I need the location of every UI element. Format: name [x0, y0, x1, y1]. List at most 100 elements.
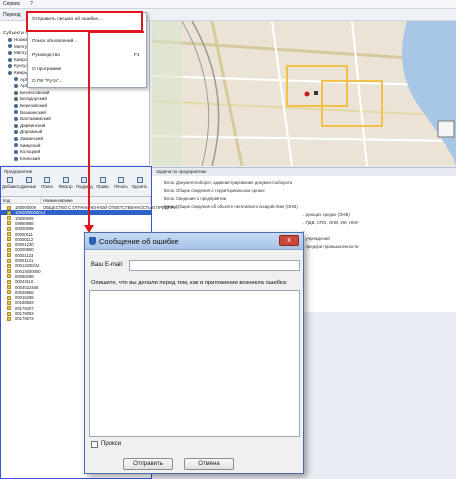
grid-toolbar-button[interactable]: Фильтр	[58, 177, 74, 189]
tree-item-label: Дарвинский	[20, 122, 46, 128]
task-item[interactable]: Блок: Документооборот, администрирование…	[164, 180, 292, 185]
grid-toolbar-button-label: Удалить	[131, 184, 148, 189]
send-button[interactable]: Отправить	[123, 458, 173, 470]
tree-item-label: Безлесовский	[20, 89, 50, 95]
tree-item[interactable]: Колоцкий	[14, 149, 40, 154]
menu-item-service[interactable]: Сервис	[3, 1, 20, 7]
arrow-line	[88, 31, 90, 229]
tree-item-label: Заманский	[20, 136, 44, 141]
tree-item[interactable]: Дорожный	[14, 129, 42, 134]
column-header-name[interactable]: Наименование	[41, 197, 151, 204]
toolbar-icon	[44, 177, 50, 183]
folder-icon	[7, 295, 11, 300]
row-code: 00000890	[15, 247, 34, 253]
email-field[interactable]	[129, 260, 300, 271]
tree-item-label: Мелгу	[14, 43, 27, 49]
task-item[interactable]: Блок: Общие сведения об объекте негативн…	[164, 204, 298, 209]
cancel-button[interactable]: Отмена	[184, 458, 234, 470]
folder-icon	[7, 258, 11, 263]
menu-item-help[interactable]: ?	[30, 1, 33, 7]
row-code: 00016289	[15, 295, 34, 301]
tree-item[interactable]: Мелгу	[8, 44, 27, 49]
folder-icon	[7, 290, 11, 295]
tree-item[interactable]: Дарвинский	[14, 123, 45, 128]
tree-item[interactable]: Бегадорский	[14, 96, 47, 101]
tree-item-label: Березовский	[20, 103, 48, 108]
row-code: 00000112	[15, 236, 34, 242]
folder-icon	[7, 216, 11, 221]
row-code: 00056288	[15, 273, 34, 279]
row-code: 00179673	[15, 316, 34, 322]
menu-item-check-updates[interactable]: Поиск обновлений...	[32, 39, 77, 44]
menu-item-about-ruta[interactable]: О ПК "Рута"...	[32, 79, 62, 84]
folder-icon	[7, 232, 11, 236]
tree-item[interactable]: Березовский	[14, 103, 47, 108]
email-label: Ваш E-mail:	[91, 262, 124, 268]
tree-item[interactable]: Кимрский	[14, 143, 40, 148]
menu-item-manual-shortcut: F1	[134, 53, 140, 58]
grid-toolbar-button[interactable]: Печать	[113, 177, 129, 189]
region-icon	[14, 149, 18, 154]
grid-toolbar: Предприятие Добавить Данные Поиск Фильтр Под…	[1, 167, 151, 197]
toolbar-icon	[81, 177, 87, 183]
row-code: 00178407	[15, 305, 34, 311]
region-icon	[8, 50, 12, 55]
menu-item-about[interactable]: О программе	[32, 67, 61, 72]
map-view[interactable]	[152, 21, 456, 166]
tree-item[interactable]: Безлесовский	[14, 90, 50, 95]
region-icon	[14, 110, 18, 115]
grid-toolbar-button-label: Данные	[20, 184, 37, 189]
proxy-checkbox[interactable]	[91, 441, 98, 448]
row-code: 00001230	[15, 242, 34, 248]
grid-toolbar-button[interactable]: Удалить	[132, 177, 148, 189]
tree-item[interactable]: Кимры	[8, 70, 28, 75]
folder-icon	[7, 242, 11, 247]
row-code: 10000009	[15, 215, 34, 221]
row-code: 00179093	[15, 311, 34, 316]
tree-item[interactable]: Клинский	[14, 156, 40, 161]
folder-icon	[7, 311, 11, 316]
task-item[interactable]: ...предпри промышленности	[302, 244, 359, 249]
tree-item[interactable]: Вахтамимский	[14, 116, 51, 121]
task-item[interactable]: Блок: Общие сведения о территориальном о…	[164, 188, 265, 193]
tree-item[interactable]: Вазшинский	[14, 110, 46, 115]
folder-icon	[7, 263, 11, 268]
region-icon	[14, 97, 18, 102]
grid-toolbar-button[interactable]: Добавить	[2, 177, 21, 189]
period-label: Период	[3, 12, 21, 18]
folder-icon	[7, 221, 11, 226]
close-button[interactable]: x	[279, 235, 299, 246]
grid-toolbar-button-label: Фильтр	[58, 184, 73, 189]
tree-item[interactable]: Заманский	[14, 136, 43, 141]
dialog-title: Сообщение об ошибке	[99, 237, 179, 246]
grid-toolbar-button-label: Права	[96, 184, 109, 189]
region-icon	[14, 123, 18, 128]
tree-item-label: Дорожный	[20, 129, 43, 135]
tree-item[interactable]: Мвлгу	[8, 50, 27, 55]
task-item[interactable]: ...ПДВ, СПО, ОНВ, ИИ, НМУ	[302, 220, 358, 225]
grid-toolbar-button[interactable]: Поиск	[39, 177, 55, 189]
task-item[interactable]: ...учреждений	[302, 236, 330, 241]
grid-toolbar-button[interactable]: Данные	[21, 177, 37, 189]
tree-item-label: Клинский	[20, 155, 40, 161]
folder-icon	[7, 269, 11, 274]
region-icon	[8, 64, 12, 69]
toolbar-icon	[25, 177, 32, 183]
task-item[interactable]: Блок: Сведения о предприятии	[164, 196, 226, 201]
dialog-titlebar[interactable]: Сообщение об ошибке x	[85, 233, 303, 250]
region-icon	[14, 90, 18, 95]
region-icon	[8, 57, 12, 62]
region-icon	[8, 44, 12, 49]
task-item[interactable]: ...рующих средах (ОНВ)	[302, 212, 350, 217]
grid-toolbar-button[interactable]: Права	[95, 177, 111, 189]
toolbar-icon	[99, 177, 106, 183]
tree-item-label: Колоцкий	[20, 149, 41, 155]
toolbar-icon	[7, 177, 13, 183]
folder-icon	[7, 253, 11, 258]
region-icon	[14, 130, 18, 135]
description-textarea[interactable]	[89, 290, 300, 437]
menu-item-manual[interactable]: Руководство	[32, 53, 60, 58]
column-header-code[interactable]: Код	[1, 197, 41, 204]
tree-item[interactable]: Кунгуц	[8, 63, 28, 68]
error-report-dialog: Сообщение об ошибке x Ваш E-mail: Опишит…	[84, 232, 304, 474]
